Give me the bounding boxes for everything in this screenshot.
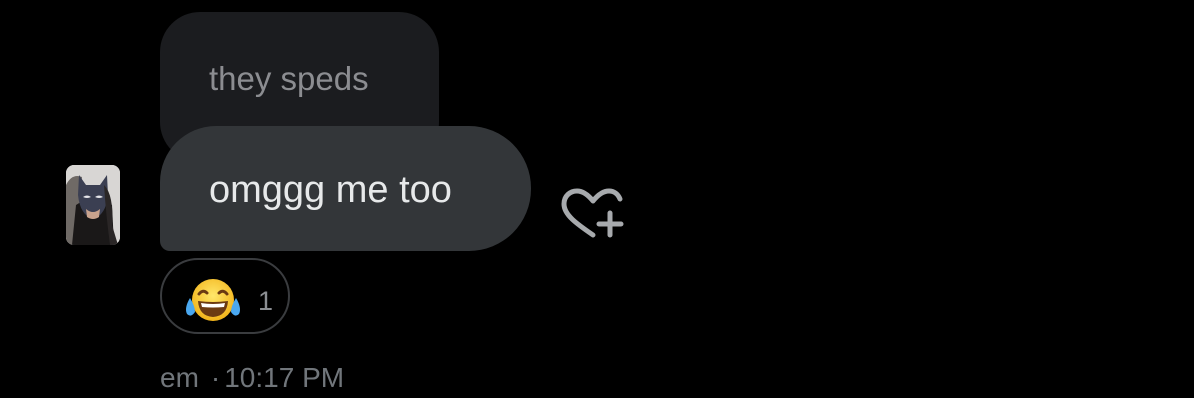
message-text: omggg me too (209, 169, 452, 211)
heart-plus-icon (561, 188, 624, 238)
meta-separator: · (210, 362, 221, 393)
message-bubble[interactable]: omggg me too (160, 126, 531, 251)
reaction-pill[interactable]: 1 (160, 258, 290, 334)
timestamp: 10:17 PM (224, 362, 345, 393)
reaction-count: 1 (258, 286, 274, 316)
message-meta: em · 10:17 PM (160, 362, 344, 394)
avatar[interactable] (66, 165, 120, 245)
avatar-image (66, 165, 120, 245)
quoted-message-text: they speds (209, 60, 369, 97)
sender-name: em (160, 362, 199, 393)
add-reaction-button[interactable] (558, 186, 628, 246)
face-with-tears-of-joy-icon (186, 279, 240, 321)
